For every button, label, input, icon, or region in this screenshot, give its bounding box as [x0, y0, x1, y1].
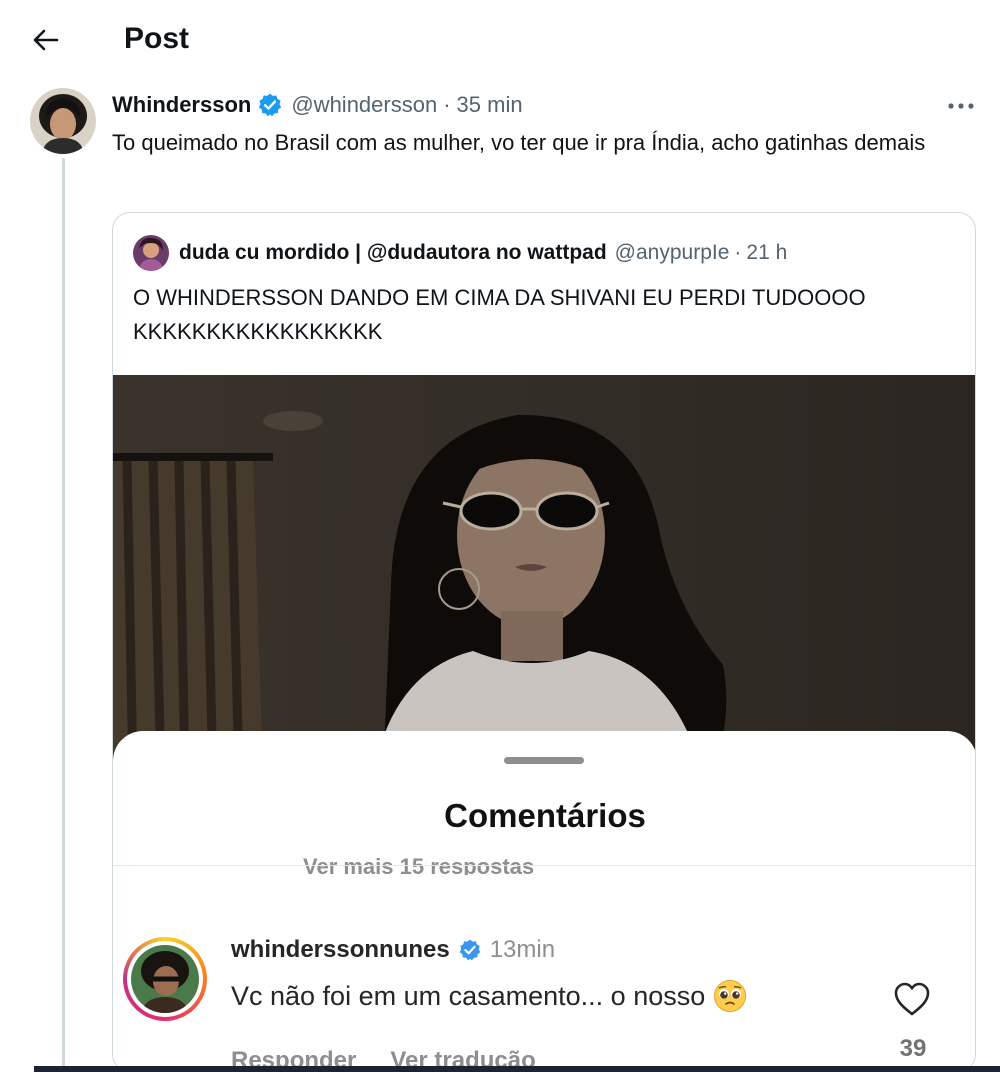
heart-icon[interactable]	[893, 981, 931, 1017]
more-options-button[interactable]	[944, 94, 978, 118]
thread-line	[62, 158, 65, 1072]
author-avatar[interactable]	[30, 88, 96, 154]
quoted-author-name: duda cu mordido | @dudautora no wattpad	[179, 241, 607, 264]
post-header: Post	[0, 0, 1000, 84]
quoted-tweet-timestamp: 21 h	[746, 241, 788, 264]
tweet-header: Whindersson @whindersson · 35 min	[112, 90, 523, 120]
sheet-divider	[113, 865, 975, 866]
page-title: Post	[124, 22, 190, 55]
author-handle[interactable]: @whindersson	[291, 92, 437, 118]
separator-dot: ·	[443, 92, 451, 117]
quoted-author-avatar[interactable]	[133, 235, 169, 271]
commenter-username[interactable]: whinderssonnunes	[231, 936, 450, 964]
view-more-replies[interactable]: Ver mais 15 respostas	[113, 853, 975, 875]
tweet-text: To queimado no Brasil com as mulher, vo …	[112, 130, 926, 155]
comments-sheet: Comentários Ver mais 15 respostas whinde…	[113, 731, 975, 1071]
commenter-avatar[interactable]	[123, 937, 207, 1021]
verified-badge-icon	[459, 939, 481, 961]
more-horizontal-icon	[948, 103, 974, 109]
tweet-timestamp[interactable]: 35 min	[457, 92, 523, 118]
sheet-drag-handle[interactable]	[504, 757, 584, 764]
comment-text-row: Vc não foi em um casamento... o nosso	[231, 979, 747, 1013]
verified-badge-icon	[259, 93, 282, 117]
quoted-author-handle: @anypurpIe	[614, 241, 730, 264]
comment-header: whinderssonnunes 13min	[231, 933, 555, 967]
quoted-tweet-text: O WHINDERSSON DANDO EM CIMA DA SHIVANI E…	[133, 285, 866, 344]
arrow-left-icon	[33, 29, 59, 51]
quoted-tweet-image[interactable]	[113, 375, 975, 775]
quoted-tweet-header: duda cu mordido | @dudautora no wattpad …	[133, 235, 787, 271]
quoted-tweet[interactable]: duda cu mordido | @dudautora no wattpad …	[112, 212, 976, 1072]
separator-dot: ·	[734, 241, 742, 264]
comment-text: Vc não foi em um casamento... o nosso	[231, 980, 706, 1011]
like-count: 39	[899, 1035, 927, 1062]
back-button[interactable]	[26, 20, 66, 60]
pleading-face-emoji-icon	[714, 980, 747, 1012]
author-name[interactable]: Whindersson	[112, 92, 251, 118]
comment-timestamp: 13min	[489, 936, 556, 963]
taskbar-edge	[34, 1066, 1000, 1072]
comments-title: Comentários	[444, 797, 646, 834]
